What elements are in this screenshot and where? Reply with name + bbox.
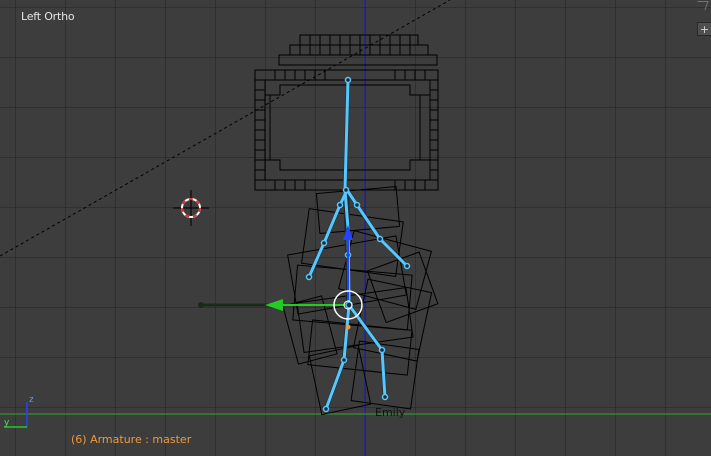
axis-z-label: z [29,395,34,405]
axis-gizmo-icon: z y [4,395,34,428]
3d-cursor-icon[interactable] [173,190,209,226]
viewport-scene[interactable]: Emily z y [0,0,711,456]
body-mesh [282,186,439,416]
status-text: (6) Armature : master [71,433,192,446]
transform-manipulator[interactable] [198,225,363,330]
3d-viewport[interactable]: Emily z y Left Ortho (6) Armature : mast… [0,0,711,456]
bone-joints[interactable] [305,76,411,413]
object-origin-dot [345,324,351,330]
manipulator-y-arrow-icon [265,299,283,311]
view-label: Left Ortho [21,10,75,23]
camera-dashed-line [0,0,451,257]
object-name-label: Emily [375,406,406,419]
view-menu-plus-icon[interactable]: + [697,22,711,36]
axis-y-label: y [4,418,10,428]
